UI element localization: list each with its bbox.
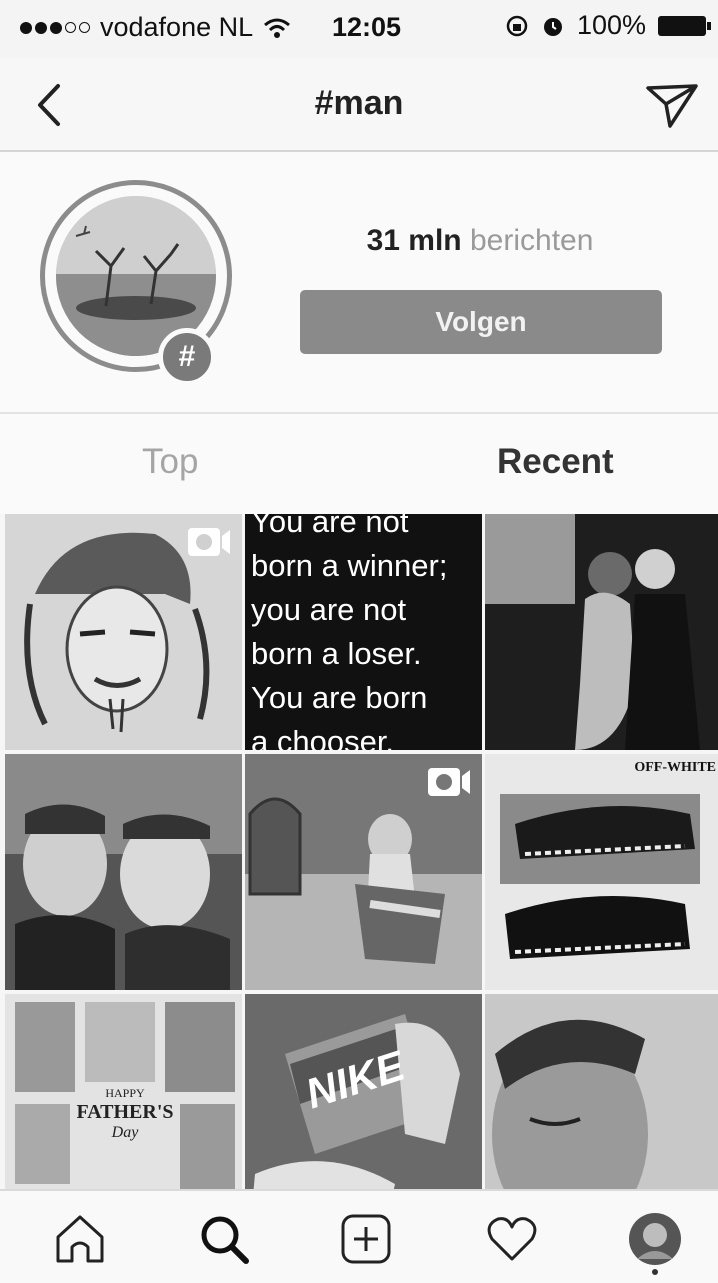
fathers-day-text: Day (111, 1124, 139, 1141)
home-icon[interactable] (52, 1211, 108, 1267)
post-count-number: 31 mln (366, 224, 462, 257)
battery-icon (658, 15, 711, 36)
navigation-bar: #man (0, 58, 718, 152)
post-thumbnail[interactable] (5, 514, 242, 750)
activity-heart-icon[interactable] (484, 1211, 540, 1267)
video-icon (428, 768, 470, 796)
tab-recent[interactable]: Recent (497, 442, 614, 482)
quote-line: you are not (251, 592, 407, 627)
alarm-icon (543, 17, 562, 36)
tab-top[interactable]: Top (142, 442, 198, 482)
add-post-icon[interactable] (338, 1211, 394, 1267)
video-icon (188, 528, 230, 556)
rotation-lock-icon (506, 15, 528, 36)
bottom-tab-bar (0, 1189, 718, 1283)
quote-line: born a loser. (251, 636, 422, 671)
hashtag-badge-icon: # (158, 328, 216, 386)
wifi-icon (264, 18, 291, 38)
post-thumbnail[interactable] (485, 514, 718, 750)
carrier-name: vodafone NL (100, 12, 254, 42)
brand-label: OFF-WHITE (634, 760, 716, 775)
signal-strength-icon (20, 21, 90, 34)
post-count: 31 mln berichten (300, 224, 660, 258)
post-thumbnail[interactable] (245, 754, 482, 990)
battery-percentage: 100% (576, 10, 646, 40)
status-bar: vodafone NL 12:05 100% (0, 0, 718, 58)
feed-tabs: Top Recent (0, 414, 718, 514)
hashtag-header: # 31 mln berichten Volgen (0, 152, 718, 414)
clock: 12:05 (332, 12, 402, 42)
post-thumbnail[interactable] (5, 754, 242, 990)
page-title: #man (314, 84, 404, 122)
follow-button[interactable]: Volgen (300, 290, 662, 354)
profile-notification-dot (652, 1269, 658, 1275)
post-thumbnail[interactable]: OFF-WHITE (485, 754, 718, 990)
search-icon[interactable] (196, 1211, 252, 1267)
fathers-day-text: FATHER'S (76, 1101, 174, 1123)
quote-line: You are born (251, 680, 428, 715)
profile-avatar[interactable] (627, 1211, 683, 1267)
post-thumbnail[interactable]: You are not born a winner; you are not b… (245, 514, 482, 750)
quote-line: born a winner; (251, 548, 448, 583)
quote-line: You are not (251, 514, 409, 539)
post-count-label: berichten (469, 224, 594, 257)
post-grid: You are not born a winner; you are not b… (5, 514, 718, 1230)
carrier-info: vodafone NL (20, 12, 291, 43)
quote-line: a chooser. (251, 724, 395, 750)
share-send-icon[interactable] (644, 80, 700, 130)
fathers-day-text: HAPPY (105, 1086, 145, 1100)
